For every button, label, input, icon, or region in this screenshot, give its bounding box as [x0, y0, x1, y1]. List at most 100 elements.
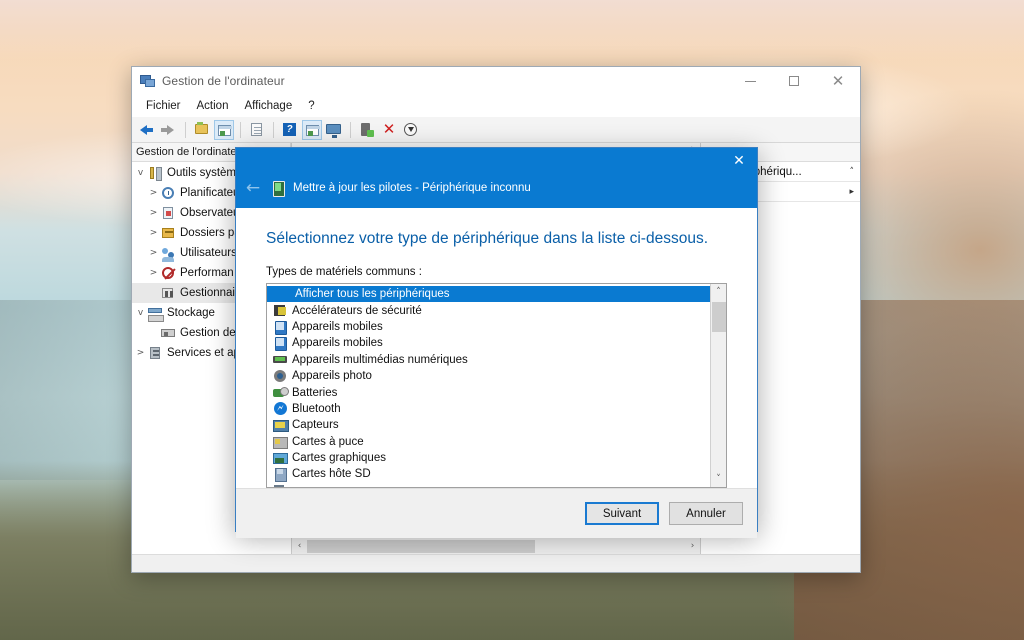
system-tools-icon — [147, 165, 163, 181]
sd-host-icon — [273, 467, 288, 481]
chevron-up-icon[interactable]: ˄ — [850, 167, 855, 177]
list-item-label: Appareils photo — [292, 370, 372, 382]
list-item[interactable]: Batteries — [267, 384, 710, 400]
twisty-icon[interactable]: > — [147, 188, 160, 198]
list-item-label: Cartes à puce — [292, 436, 364, 448]
list-item[interactable]: Appareils photo — [267, 368, 710, 384]
cancel-button[interactable]: Annuler — [669, 502, 743, 525]
list-item[interactable]: Afficher tous les périphériques — [267, 286, 710, 302]
menu-item-help[interactable]: ? — [300, 98, 322, 114]
services-icon — [147, 345, 163, 361]
hscroll-thumb[interactable] — [307, 540, 535, 553]
dialog-title: Mettre à jour les pilotes - Périphérique… — [293, 182, 531, 194]
hardware-types-listbox[interactable]: Afficher tous les périphériques Accéléra… — [266, 283, 727, 488]
forward-icon[interactable] — [159, 120, 179, 140]
list-item-partial[interactable] — [267, 483, 710, 487]
chevron-right-icon[interactable]: ▸ — [849, 187, 854, 197]
list-item[interactable]: Appareils mobiles — [267, 319, 710, 335]
next-button[interactable]: Suivant — [585, 502, 659, 525]
toolbar-separator — [240, 122, 241, 138]
toolbar: ? ✕ — [132, 117, 860, 143]
twisty-icon[interactable]: > — [147, 268, 160, 278]
dialog-footer: Suivant Annuler — [236, 488, 757, 538]
tree-item-label: Gestion de — [180, 327, 236, 339]
twisty-icon[interactable]: v — [134, 308, 147, 318]
list-item[interactable]: Appareils multimédias numériques — [267, 352, 710, 368]
twisty-icon[interactable]: > — [147, 248, 160, 258]
list-item-label: Accélérateurs de sécurité — [292, 305, 422, 317]
sensor-icon — [273, 418, 288, 432]
status-bar — [132, 554, 860, 572]
dialog-heading: Sélectionnez votre type de périphérique … — [266, 208, 727, 266]
task-scheduler-icon — [160, 185, 176, 201]
tree-item-label: Gestionnai — [180, 287, 235, 299]
back-icon[interactable] — [137, 120, 157, 140]
up-folder-icon[interactable] — [192, 120, 212, 140]
minimize-button[interactable] — [728, 67, 772, 95]
dialog-titlebar: ✕ ← Mettre à jour les pilotes - Périphér… — [236, 148, 757, 208]
menu-item-affichage[interactable]: Affichage — [236, 98, 300, 114]
dialog-nav-row: ← Mettre à jour les pilotes - Périphériq… — [236, 174, 531, 202]
list-item-label: Cartes graphiques — [292, 452, 386, 464]
monitor-icon[interactable] — [324, 120, 344, 140]
scroll-left-icon[interactable]: ‹ — [292, 539, 307, 554]
list-item[interactable]: Cartes à puce — [267, 434, 710, 450]
tree-item-label: Planificateur — [180, 187, 243, 199]
window-controls: ✕ — [728, 67, 860, 95]
center-horizontal-scrollbar[interactable]: ‹ › — [292, 537, 700, 554]
storage-icon — [147, 305, 163, 321]
twisty-icon[interactable]: > — [147, 208, 160, 218]
back-icon[interactable]: ← — [236, 174, 270, 202]
list-item-label: Capteurs — [292, 419, 339, 431]
tree-item-label: Stockage — [167, 307, 215, 319]
list-item[interactable]: Bluetooth — [267, 401, 710, 417]
tree-item-label: Dossiers pa — [180, 227, 241, 239]
maximize-button[interactable] — [772, 67, 816, 95]
menu-item-fichier[interactable]: Fichier — [138, 98, 189, 114]
window-titlebar[interactable]: Gestion de l'ordinateur ✕ — [132, 67, 860, 95]
window-title: Gestion de l'ordinateur — [162, 74, 285, 88]
scroll-right-icon[interactable]: › — [685, 539, 700, 554]
security-accelerator-icon — [273, 304, 288, 318]
menu-item-action[interactable]: Action — [189, 98, 237, 114]
list-item[interactable]: Cartes graphiques — [267, 450, 710, 466]
scan-hardware-changes-icon[interactable] — [401, 120, 421, 140]
scroll-down-icon[interactable]: ˅ — [711, 471, 727, 487]
uninstall-device-icon[interactable]: ✕ — [379, 120, 399, 140]
camera-icon — [273, 369, 288, 383]
device-manager-icon — [160, 285, 176, 301]
bluetooth-icon — [273, 402, 288, 416]
listbox-items: Afficher tous les périphériques Accéléra… — [267, 284, 710, 487]
update-driver-icon[interactable] — [357, 120, 377, 140]
list-item[interactable]: Cartes hôte SD — [267, 466, 710, 482]
mobile-device-icon — [273, 320, 288, 334]
list-item-label: Bluetooth — [292, 403, 341, 415]
help-icon[interactable]: ? — [280, 120, 300, 140]
twisty-icon[interactable]: > — [134, 348, 147, 358]
tree-item-label: Observateur — [180, 207, 243, 219]
properties-icon[interactable] — [247, 120, 267, 140]
view-icon[interactable] — [302, 120, 322, 140]
scrollbar-track[interactable] — [711, 300, 727, 471]
twisty-icon[interactable]: > — [147, 228, 160, 238]
shared-folders-icon — [160, 225, 176, 241]
list-item[interactable]: Appareils mobiles — [267, 335, 710, 351]
hscroll-track[interactable] — [307, 539, 685, 554]
partial-item-icon — [273, 484, 288, 487]
list-item[interactable]: Capteurs — [267, 417, 710, 433]
list-item[interactable]: Accélérateurs de sécurité — [267, 302, 710, 318]
twisty-icon[interactable]: v — [134, 168, 147, 178]
scroll-up-icon[interactable]: ˄ — [711, 284, 727, 300]
mobile-device-icon — [273, 336, 288, 350]
scrollbar-thumb[interactable] — [712, 302, 726, 332]
no-icon — [273, 287, 288, 301]
list-item-label: Appareils multimédias numériques — [292, 354, 468, 366]
close-icon[interactable]: ✕ — [725, 150, 753, 172]
update-drivers-dialog: ✕ ← Mettre à jour les pilotes - Périphér… — [235, 147, 758, 532]
show-hide-console-tree-icon[interactable] — [214, 120, 234, 140]
tree-item-label: Outils système — [167, 167, 242, 179]
listbox-scrollbar[interactable]: ˄ ˅ — [710, 284, 726, 487]
users-groups-icon — [160, 245, 176, 261]
toolbar-separator — [273, 122, 274, 138]
close-button[interactable]: ✕ — [816, 67, 860, 95]
